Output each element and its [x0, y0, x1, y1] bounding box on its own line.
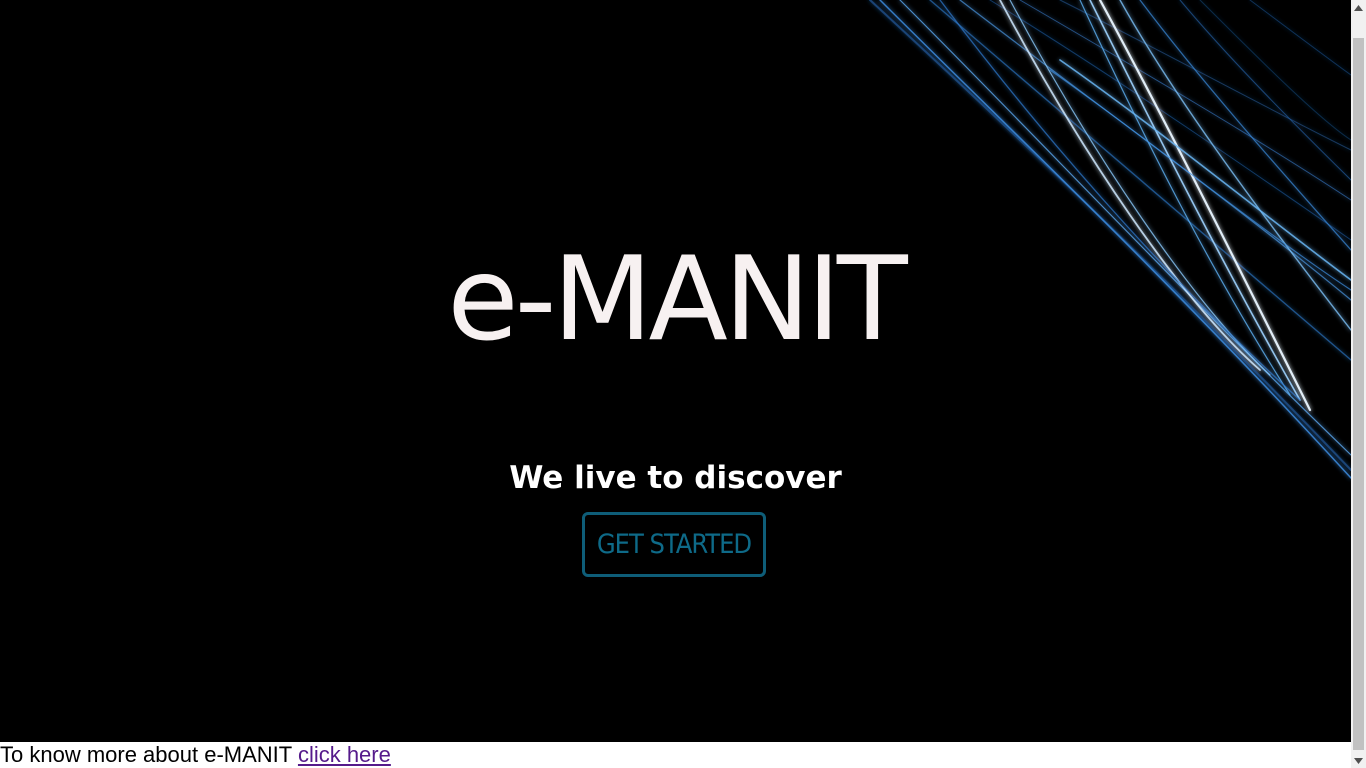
footer-info: To know more about e-MANIT click here	[0, 742, 391, 768]
light-streaks-decoration	[869, 0, 1351, 479]
get-started-button[interactable]: GET STARTED	[582, 512, 766, 577]
vertical-scrollbar[interactable]	[1351, 0, 1366, 768]
page: e-MANIT We live to discover GET STARTED …	[0, 0, 1366, 768]
site-title: e-MANIT	[447, 232, 908, 367]
tagline: We live to discover	[509, 460, 842, 496]
triangle-up-icon[interactable]	[1351, 0, 1366, 15]
triangle-down-icon[interactable]	[1351, 753, 1366, 768]
footer-text: To know more about e-MANIT	[0, 742, 298, 767]
click-here-link[interactable]: click here	[298, 742, 391, 767]
scrollbar-thumb[interactable]	[1353, 38, 1364, 750]
hero-section: e-MANIT We live to discover GET STARTED	[0, 0, 1351, 742]
